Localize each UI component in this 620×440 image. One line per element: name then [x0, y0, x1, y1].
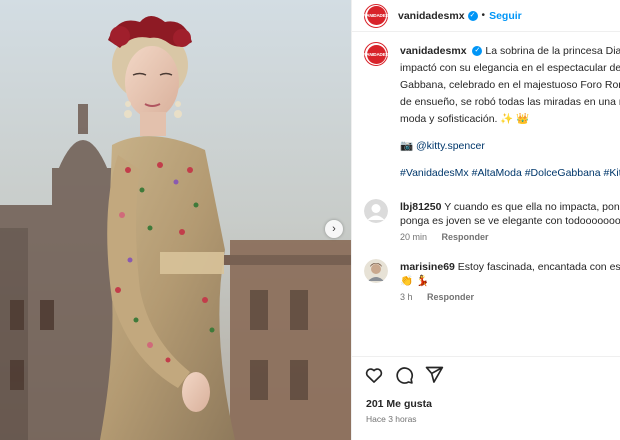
comment-meta: 20 min Responder	[400, 232, 489, 242]
caption-line-1: vanidadesmx ✓ La sobrina de la princesa …	[400, 43, 620, 60]
send-icon[interactable]	[424, 365, 444, 385]
reply-button[interactable]: Responder	[442, 232, 489, 242]
next-photo-button[interactable]: ›	[325, 220, 343, 238]
post-header: VANIDADES vanidadesmx ✓ • Seguir	[352, 0, 620, 32]
post-time: Hace 3 horas	[366, 414, 417, 424]
comment-time: 3 h	[400, 292, 413, 302]
caption-avatar[interactable]: VANIDADES	[364, 42, 388, 66]
commenter-avatar[interactable]	[364, 259, 388, 283]
caption-line-3: Gabbana, celebrado en el majestuoso Foro…	[400, 79, 620, 91]
like-count[interactable]: 201 Me gusta	[366, 398, 432, 410]
caption-line-2: impactó con su elegancia en el espectacu…	[400, 62, 620, 74]
brand-logo: VANIDADES	[364, 6, 388, 25]
caption-text: vanidadesmx ✓ La sobrina de la princesa …	[400, 43, 620, 182]
brand-logo: VANIDADES	[364, 44, 388, 64]
mention-link[interactable]: @kitty.spencer	[416, 140, 485, 152]
verified-badge-icon: ✓	[472, 46, 483, 57]
caption-line-5: moda y sofisticación. ✨ 👑	[400, 113, 530, 125]
camera-emoji: 📷	[400, 140, 414, 152]
caption-username[interactable]: vanidadesmx	[400, 45, 467, 57]
post-actions: 201 Me gusta Hace 3 horas	[352, 356, 620, 440]
post-photo: ›	[0, 0, 351, 440]
comment-meta: 3 h Responder	[400, 292, 474, 302]
user-silhouette-icon[interactable]	[364, 199, 388, 223]
comment-username[interactable]: marisine69	[400, 261, 455, 273]
caption-mention-line: 📷 @kitty.spencer	[400, 138, 620, 155]
comment-username[interactable]: lbj81250	[400, 201, 441, 213]
separator: •	[481, 10, 486, 21]
comment-line: Y cuando es que ella no impacta, ponga	[444, 201, 620, 213]
caption-line-4: de ensueño, se robó todas las miradas en…	[400, 96, 620, 108]
comment-line: 👏 💃	[400, 275, 430, 287]
brand-avatar[interactable]: VANIDADES	[364, 3, 388, 28]
comment-icon[interactable]	[394, 365, 414, 385]
comment-line: Estoy fascinada, encantada con ese c	[457, 261, 620, 273]
post-side-panel: VANIDADES vanidadesmx ✓ • Seguir VANIDAD…	[351, 0, 620, 440]
comment-time: 20 min	[400, 232, 428, 242]
header-username[interactable]: vanidadesmx	[398, 10, 465, 22]
post-photo-illustration	[0, 0, 351, 440]
comment-text: lbj81250 Y cuando es que ella no impacta…	[400, 200, 620, 228]
hashtags[interactable]: #VanidadesMx #AltaModa #DolceGabbana #Ki…	[400, 165, 620, 182]
heart-icon[interactable]	[364, 365, 384, 385]
reply-button[interactable]: Responder	[427, 292, 474, 302]
follow-button[interactable]: Seguir	[489, 10, 522, 22]
comment-line: ponga es joven se ve elegante con todooo…	[400, 215, 620, 227]
verified-badge-icon: ✓	[467, 10, 478, 21]
chevron-right-icon: ›	[332, 223, 336, 235]
caption-line-text: La sobrina de la princesa Diana,	[485, 45, 620, 57]
comment-text: marisine69 Estoy fascinada, encantada co…	[400, 260, 620, 288]
